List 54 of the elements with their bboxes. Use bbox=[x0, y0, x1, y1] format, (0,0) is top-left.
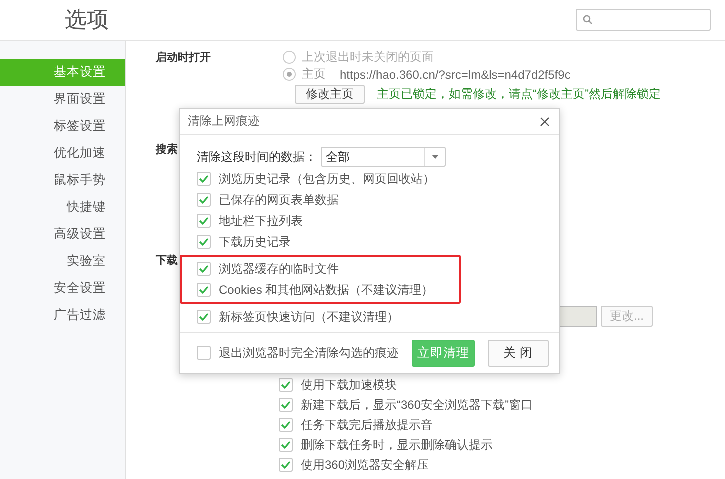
page-title: 选项 bbox=[65, 6, 109, 34]
sidebar-item[interactable]: 优化加速 bbox=[0, 140, 125, 167]
dialog-title: 清除上网痕迹 bbox=[188, 113, 260, 130]
sidebar-item[interactable]: 安全设置 bbox=[0, 275, 125, 302]
checkbox[interactable] bbox=[197, 262, 211, 276]
sidebar-item[interactable]: 广告过滤 bbox=[0, 302, 125, 329]
sidebar-item[interactable]: 实验室 bbox=[0, 248, 125, 275]
checkbox[interactable] bbox=[279, 458, 293, 472]
option-label: 上次退出时未关闭的页面 bbox=[302, 49, 434, 66]
homepage-url: https://hao.360.cn/?src=lm&ls=n4d7d2f5f9c bbox=[340, 68, 571, 82]
sidebar-item[interactable]: 标签设置 bbox=[0, 113, 125, 140]
sidebar-item[interactable]: 快捷键 bbox=[0, 194, 125, 221]
checkbox[interactable] bbox=[197, 346, 211, 360]
search-field[interactable] bbox=[576, 9, 711, 31]
checkbox[interactable] bbox=[197, 310, 211, 324]
checkbox-label: 新标签页快速访问（不建议清理） bbox=[219, 308, 399, 326]
section-label: 下载 bbox=[156, 254, 178, 268]
checkbox-label: 删除下载任务时，显示删除确认提示 bbox=[301, 436, 493, 454]
checkbox-label: 已保存的网页表单数据 bbox=[219, 192, 339, 208]
checkbox[interactable] bbox=[197, 235, 211, 249]
checkbox[interactable] bbox=[197, 172, 211, 186]
checkbox[interactable] bbox=[279, 438, 293, 452]
section-label: 启动时打开 bbox=[156, 50, 211, 65]
option-label: 主页 bbox=[302, 66, 326, 83]
checkbox-label: Cookies 和其他网站数据（不建议清理） bbox=[219, 282, 434, 298]
radio-button[interactable] bbox=[283, 51, 296, 64]
lock-note: 主页已锁定，如需修改，请点“修改主页”然后解除锁定 bbox=[377, 86, 661, 103]
checkbox[interactable] bbox=[197, 214, 211, 228]
sidebar-item[interactable]: 高级设置 bbox=[0, 221, 125, 248]
range-select[interactable]: 全部 bbox=[321, 147, 446, 167]
checkbox-label: 下载历史记录 bbox=[219, 234, 291, 250]
range-label: 清除这段时间的数据： bbox=[197, 148, 317, 166]
checkbox[interactable] bbox=[197, 193, 211, 207]
checkbox-label: 任务下载完后播放提示音 bbox=[301, 416, 433, 434]
checkbox-label: 使用360浏览器安全解压 bbox=[301, 456, 430, 474]
checkbox-label: 浏览器缓存的临时文件 bbox=[219, 260, 339, 278]
checkbox[interactable] bbox=[279, 418, 293, 432]
checkbox-label: 浏览历史记录（包含历史、网页回收站） bbox=[219, 170, 435, 188]
checkbox-label: 地址栏下拉列表 bbox=[219, 212, 303, 230]
section-label: 搜索 bbox=[156, 142, 178, 157]
close-button[interactable]: 关 闭 bbox=[488, 340, 549, 366]
search-icon bbox=[583, 15, 593, 25]
caret-icon bbox=[432, 155, 438, 159]
checkbox-label: 退出浏览器时完全清除勾选的痕迹 bbox=[219, 344, 399, 362]
sidebar-item[interactable]: 界面设置 bbox=[0, 86, 125, 113]
checkbox-label: 使用下载加速模块 bbox=[301, 376, 397, 394]
radio-button[interactable] bbox=[283, 68, 296, 81]
sidebar-item[interactable]: 鼠标手势 bbox=[0, 167, 125, 194]
checkbox[interactable] bbox=[197, 283, 211, 297]
checkbox[interactable] bbox=[279, 398, 293, 412]
edit-homepage-button[interactable]: 修改主页 bbox=[295, 85, 365, 104]
checkbox-label: 新建下载后，显示“360安全浏览器下载”窗口 bbox=[301, 396, 534, 414]
checkbox[interactable] bbox=[279, 378, 293, 392]
close-icon[interactable] bbox=[539, 116, 551, 128]
